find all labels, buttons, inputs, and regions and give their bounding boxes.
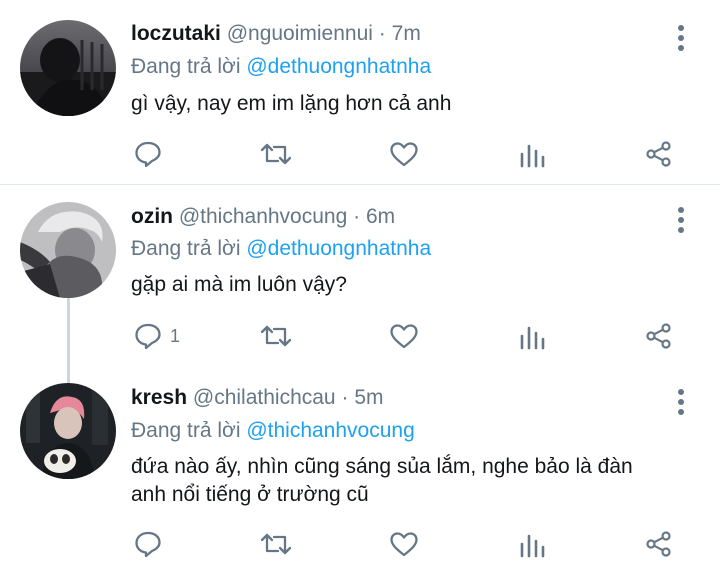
retweet-icon xyxy=(259,322,293,350)
more-options-icon[interactable] xyxy=(670,205,692,235)
mention-link[interactable]: @dethuongnhatnha xyxy=(246,237,431,260)
share-button[interactable] xyxy=(645,320,673,352)
mention-link[interactable]: @thichanhvocung xyxy=(246,419,414,442)
display-name[interactable]: loczutaki xyxy=(131,22,221,45)
display-name[interactable]: kresh xyxy=(131,386,187,409)
tweet-header: ozin @thichanhvocung · 6m xyxy=(131,205,395,229)
like-button[interactable] xyxy=(389,320,419,352)
retweet-button[interactable] xyxy=(259,528,293,560)
avatar[interactable] xyxy=(20,202,116,298)
retweet-button[interactable] xyxy=(259,138,293,170)
reply-count: 1 xyxy=(170,325,181,346)
timestamp[interactable]: 5m xyxy=(354,386,383,409)
like-icon xyxy=(389,322,419,350)
tweet-text-line: đứa nào ấy, nhìn cũng sáng sủa lắm, nghe… xyxy=(131,455,633,478)
replying-prefix: Đang trả lời xyxy=(131,237,241,260)
separator-dot: · xyxy=(341,386,349,409)
more-options-icon[interactable] xyxy=(670,387,692,417)
tweet-actions xyxy=(0,528,720,560)
like-icon xyxy=(389,140,419,168)
timestamp[interactable]: 7m xyxy=(392,22,421,45)
retweet-button[interactable] xyxy=(259,320,293,352)
share-icon xyxy=(645,530,673,558)
username[interactable]: @thichanhvocung xyxy=(179,205,347,228)
tweet-actions xyxy=(0,138,720,170)
username[interactable]: @nguoimiennui xyxy=(227,22,373,45)
share-button[interactable] xyxy=(645,528,673,560)
username[interactable]: @chilathichcau xyxy=(193,386,336,409)
tweet-text-line: anh nổi tiếng ở trường cũ xyxy=(131,483,369,506)
reply-button[interactable]: 1 xyxy=(134,320,180,352)
tweet-header: loczutaki @nguoimiennui · 7m xyxy=(131,22,421,46)
tweet[interactable]: ozin @thichanhvocung · 6m Đang trả lời @… xyxy=(0,185,720,365)
separator-dot: · xyxy=(353,205,361,228)
analytics-icon xyxy=(518,530,546,558)
like-icon xyxy=(389,530,419,558)
analytics-button[interactable] xyxy=(518,320,546,352)
display-name[interactable]: ozin xyxy=(131,205,173,228)
analytics-icon xyxy=(518,322,546,350)
replying-prefix: Đang trả lời xyxy=(131,419,241,442)
reply-button[interactable] xyxy=(134,528,170,560)
avatar[interactable] xyxy=(20,20,116,116)
tweet-actions: 1 xyxy=(0,320,720,352)
analytics-button[interactable] xyxy=(518,528,546,560)
share-button[interactable] xyxy=(645,138,673,170)
timestamp[interactable]: 6m xyxy=(366,205,395,228)
replying-to: Đang trả lời @thichanhvocung xyxy=(131,419,415,443)
analytics-icon xyxy=(518,140,546,168)
retweet-icon xyxy=(259,140,293,168)
mention-link[interactable]: @dethuongnhatnha xyxy=(246,55,431,78)
more-options-icon[interactable] xyxy=(670,23,692,53)
tweet[interactable]: kresh @chilathichcau · 5m Đang trả lời @… xyxy=(0,365,720,575)
share-icon xyxy=(645,140,673,168)
reply-icon xyxy=(134,322,162,350)
reply-icon xyxy=(134,530,162,558)
avatar[interactable] xyxy=(20,383,116,479)
tweet[interactable]: loczutaki @nguoimiennui · 7m Đang trả lờ… xyxy=(0,0,720,184)
analytics-button[interactable] xyxy=(518,138,546,170)
reply-button[interactable] xyxy=(134,138,170,170)
like-button[interactable] xyxy=(389,528,419,560)
replying-to: Đang trả lời @dethuongnhatnha xyxy=(131,237,431,261)
like-button[interactable] xyxy=(389,138,419,170)
reply-icon xyxy=(134,140,162,168)
replying-prefix: Đang trả lời xyxy=(131,55,241,78)
share-icon xyxy=(645,322,673,350)
tweet-text: gì vậy, nay em im lặng hơn cả anh xyxy=(131,92,452,115)
replying-to: Đang trả lời @dethuongnhatnha xyxy=(131,55,431,79)
tweet-text: đứa nào ấy, nhìn cũng sáng sủa lắm, nghe… xyxy=(131,453,691,509)
retweet-icon xyxy=(259,530,293,558)
separator-dot: · xyxy=(378,22,386,45)
tweet-header: kresh @chilathichcau · 5m xyxy=(131,386,384,410)
tweet-text: gặp ai mà im luôn vậy? xyxy=(131,273,347,296)
